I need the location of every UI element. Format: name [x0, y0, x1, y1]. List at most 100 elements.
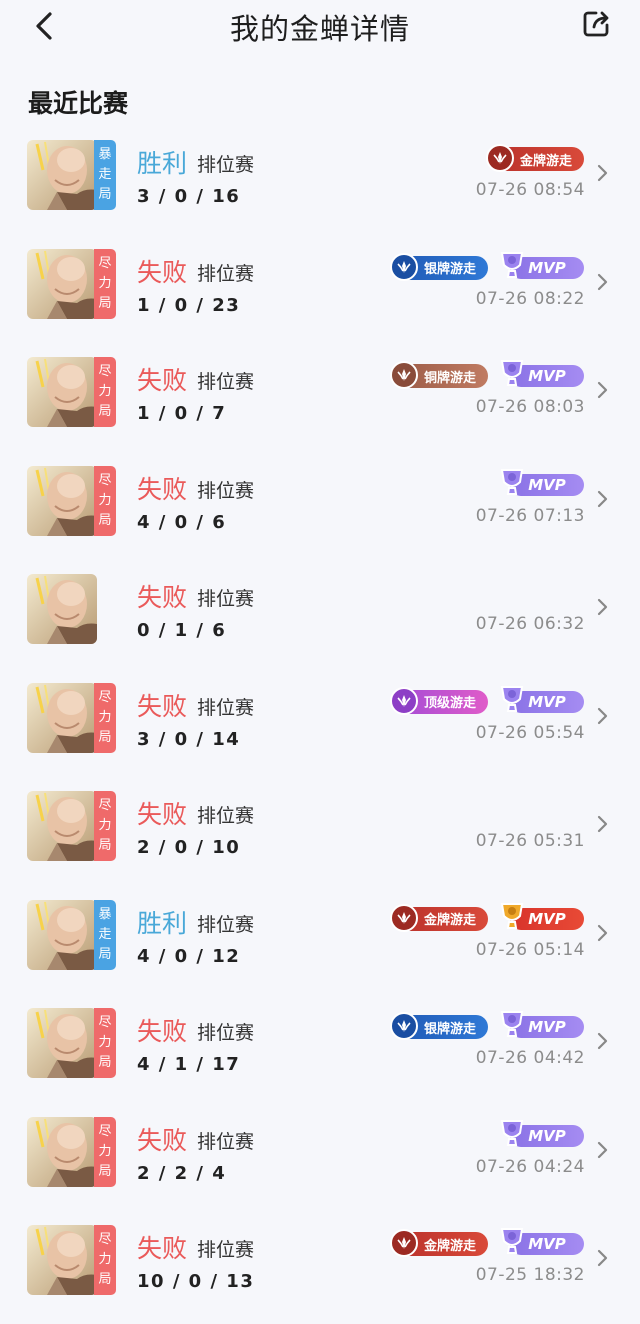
mode-tag-char: 尽: [98, 689, 112, 705]
kda-score: 1 / 0 / 7: [137, 403, 227, 424]
mode-tag-char: 暴: [98, 147, 112, 162]
hero-avatar: [27, 465, 97, 536]
mode-tag-char: 力: [98, 275, 112, 291]
mode-tag: 尽力局: [94, 465, 116, 536]
match-time: 07-26 04:24: [475, 1156, 585, 1177]
match-result: 失败: [137, 1125, 188, 1155]
match-result: 失败: [137, 583, 188, 612]
badge-group: 顶级游走 MVP: [389, 685, 584, 715]
badge-group: MVP: [496, 1119, 584, 1149]
mode-tag: 尽力局: [94, 357, 116, 427]
trophy-icon: [496, 1117, 528, 1149]
kda-score: 0 / 1 / 6: [137, 620, 227, 641]
match-row[interactable]: 尽力局 失败 排位赛 4 / 1 / 17 银牌游走 MVP 07-26 04:…: [0, 998, 640, 1107]
mode-tag-char: 力: [98, 709, 112, 725]
match-row[interactable]: 尽力局 失败 排位赛 2 / 0 / 10 07-26 05:31: [0, 781, 640, 890]
match-type: 排位赛: [197, 913, 255, 936]
match-row[interactable]: 尽力局 失败 排位赛 1 / 0 / 7 铜牌游走 MVP 07-26 08:0…: [0, 347, 640, 456]
match-type: 排位赛: [197, 154, 255, 176]
match-row[interactable]: 尽力局 失败 排位赛 1 / 0 / 23 银牌游走 MVP 07-26 08:…: [0, 239, 640, 348]
mode-tag-char: 尽: [98, 255, 112, 271]
trophy-icon: [496, 1008, 528, 1040]
mode-tag-char: 走: [98, 926, 112, 942]
role-badge-label: 银牌游走: [423, 1021, 476, 1037]
mode-tag-char: 尽: [98, 1015, 112, 1030]
role-badge-label: 顶级游走: [423, 696, 476, 711]
match-time: 07-26 08:54: [475, 180, 585, 200]
mode-tag-char: 局: [98, 512, 112, 528]
role-emblem-icon: [485, 144, 514, 172]
chevron-right-icon: [597, 707, 608, 724]
role-badge: 银牌游走: [389, 252, 488, 281]
match-time: 07-26 05:31: [475, 831, 585, 851]
role-badge: 银牌游走: [389, 1012, 488, 1040]
mvp-badge: MVP: [496, 1119, 584, 1149]
role-badge-label: 金牌游走: [423, 913, 476, 928]
badge-group: 金牌游走 MVP: [389, 1228, 584, 1257]
mode-tag-char: 局: [98, 295, 112, 311]
share-icon[interactable]: [580, 8, 612, 40]
mode-tag-char: 尽: [98, 1123, 112, 1139]
match-time: 07-26 05:14: [475, 939, 585, 960]
role-badge-label: 铜牌游走: [423, 370, 476, 386]
chevron-right-icon: [597, 164, 608, 182]
trophy-icon: [496, 357, 528, 389]
hero-avatar: [27, 1008, 97, 1078]
mode-tag: 尽力局: [94, 1225, 116, 1295]
badge-group: 银牌游走 MVP: [389, 251, 584, 281]
match-result: 失败: [137, 257, 188, 287]
mode-tag-char: 力: [98, 1252, 112, 1267]
mode-tag-char: 尽: [98, 364, 112, 379]
mode-tag-char: 暴: [98, 906, 112, 922]
role-badge: 铜牌游走: [389, 361, 488, 389]
mode-tag-char: 尽: [98, 472, 112, 488]
mode-tag: 尽力局: [94, 682, 116, 753]
match-type: 排位赛: [197, 1239, 255, 1261]
kda-score: 4 / 1 / 17: [137, 1054, 241, 1075]
badge-group: 银牌游走 MVP: [389, 1011, 584, 1040]
section-title: 最近比赛: [28, 89, 129, 118]
mode-tag-char: 局: [98, 1055, 112, 1070]
chevron-right-icon: [597, 381, 608, 399]
mode-tag-char: 局: [98, 1163, 112, 1179]
role-emblem-icon: [389, 252, 418, 281]
mode-tag-char: 力: [98, 1035, 112, 1050]
mvp-badge: MVP: [496, 1228, 584, 1257]
badge-group: 铜牌游走 MVP: [389, 360, 584, 389]
match-row[interactable]: 尽力局 失败 排位赛 2 / 2 / 4 MVP 07-26 04:24: [0, 1107, 640, 1216]
mode-tag-char: 走: [98, 167, 112, 182]
mode-tag: 尽力局: [94, 1008, 116, 1078]
hero-avatar: [27, 248, 97, 319]
match-time: 07-26 04:42: [475, 1048, 585, 1068]
chevron-right-icon: [597, 273, 608, 290]
match-row[interactable]: 失败 排位赛 0 / 1 / 6 07-26 06:32: [0, 564, 640, 673]
chevron-right-icon: [597, 1032, 608, 1050]
match-type: 排位赛: [197, 1022, 255, 1044]
match-result: 失败: [137, 800, 188, 829]
kda-score: 2 / 2 / 4: [137, 1162, 227, 1184]
hero-avatar: [27, 1116, 97, 1187]
match-result: 胜利: [137, 908, 188, 938]
mode-tag-char: 力: [98, 492, 112, 508]
hero-avatar: [27, 1225, 97, 1295]
match-row[interactable]: 尽力局 失败 排位赛 4 / 0 / 6 MVP 07-26 07:13: [0, 456, 640, 565]
mvp-badge: MVP: [496, 685, 584, 715]
match-list: 暴走局 胜利 排位赛 3 / 0 / 16 金牌游走 07-26 08:54 尽…: [0, 130, 640, 1324]
match-row[interactable]: 暴走局 胜利 排位赛 3 / 0 / 16 金牌游走 07-26 08:54: [0, 130, 640, 239]
match-row[interactable]: 尽力局 失败 排位赛 10 / 0 / 13 金牌游走 MVP 07-25 18…: [0, 1215, 640, 1324]
kda-score: 4 / 0 / 12: [137, 945, 241, 967]
mode-tag: 尽力局: [94, 1116, 116, 1187]
badge-group: 金牌游走: [485, 144, 584, 172]
role-badge-label: 金牌游走: [519, 153, 572, 169]
mvp-badge: MVP: [496, 360, 584, 389]
kda-score: 1 / 0 / 23: [137, 294, 241, 316]
chevron-right-icon: [597, 490, 608, 507]
trophy-icon: [496, 249, 528, 281]
match-row[interactable]: 暴走局 胜利 排位赛 4 / 0 / 12 金牌游走 MVP 07-26 05:…: [0, 890, 640, 999]
mode-tag-char: 局: [98, 404, 112, 419]
match-row[interactable]: 尽力局 失败 排位赛 3 / 0 / 14 顶级游走 MVP 07-26 05:…: [0, 673, 640, 782]
chevron-right-icon: [597, 924, 608, 941]
chevron-right-icon: [597, 815, 608, 833]
kda-score: 2 / 0 / 10: [137, 837, 241, 858]
match-result: 失败: [137, 474, 188, 504]
